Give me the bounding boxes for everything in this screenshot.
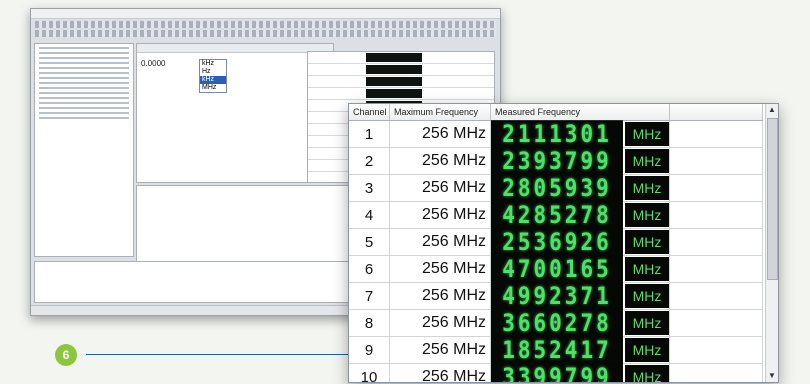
triangle-up-icon[interactable]: ▲ xyxy=(766,104,778,116)
unit-option[interactable]: kHz xyxy=(200,76,226,84)
table-header-row: Channel Maximum Frequency Measured Frequ… xyxy=(349,104,763,121)
frequency-table-window: Channel Maximum Frequency Measured Frequ… xyxy=(348,103,779,383)
max-frequency-cell: 256 MHz xyxy=(389,174,491,202)
seven-segment-readout: 2805939 xyxy=(491,174,623,202)
seven-segment-readout: 2536926 xyxy=(491,228,623,256)
table-row[interactable]: 5 256 MHz 2536926 MHz xyxy=(349,228,763,256)
measured-frequency-cell: 4285278 MHz xyxy=(490,201,670,229)
channel-cell: 6 xyxy=(349,255,390,283)
column-header-measured-frequency[interactable]: Measured Frequency xyxy=(490,104,670,121)
measured-frequency-cell: 3660278 MHz xyxy=(490,309,670,337)
unit-label: MHz xyxy=(625,122,669,146)
frequency-table: Channel Maximum Frequency Measured Frequ… xyxy=(349,104,763,382)
table-row[interactable]: 2 256 MHz 2393799 MHz xyxy=(349,147,763,175)
frequency-input[interactable]: 0.0000 xyxy=(141,59,165,68)
project-tree-panel xyxy=(34,43,134,257)
seven-segment-readout: 3660278 xyxy=(491,309,623,337)
max-frequency-cell: 256 MHz xyxy=(389,201,491,229)
max-frequency-cell: 256 MHz xyxy=(389,363,491,382)
unit-label: MHz xyxy=(625,311,669,335)
triangle-down-icon[interactable]: ▼ xyxy=(766,370,778,382)
unit-dropdown[interactable]: kHz Hz kHz MHz xyxy=(199,59,227,93)
unit-label: MHz xyxy=(625,284,669,308)
toolbar xyxy=(35,21,496,28)
callout-line xyxy=(86,354,356,355)
measured-frequency-cell: 4700165 MHz xyxy=(490,255,670,283)
channel-cell: 8 xyxy=(349,309,390,337)
max-frequency-cell: 256 MHz xyxy=(389,336,491,364)
measured-frequency-cell: 4992371 MHz xyxy=(490,282,670,310)
unit-label: MHz xyxy=(625,176,669,200)
measured-frequency-cell: 3399799 MHz xyxy=(490,363,670,382)
seven-segment-readout: 4992371 xyxy=(491,282,623,310)
seven-segment-readout: 1852417 xyxy=(491,336,623,364)
max-frequency-cell: 256 MHz xyxy=(389,147,491,175)
unit-label: MHz xyxy=(625,149,669,173)
table-row[interactable]: 1 256 MHz 2111301 MHz xyxy=(349,120,763,148)
column-header-channel[interactable]: Channel xyxy=(349,104,390,121)
seven-segment-readout: 2393799 xyxy=(491,147,623,175)
seven-segment-readout: 2111301 xyxy=(491,120,623,148)
callout-badge: 6 xyxy=(55,344,77,366)
max-frequency-cell: 256 MHz xyxy=(389,309,491,337)
channel-cell: 10 xyxy=(349,363,390,382)
measured-frequency-cell: 2536926 MHz xyxy=(490,228,670,256)
channel-cell: 5 xyxy=(349,228,390,256)
max-frequency-cell: 256 MHz xyxy=(389,255,491,283)
measured-frequency-cell: 2111301 MHz xyxy=(490,120,670,148)
measured-frequency-cell: 2393799 MHz xyxy=(490,147,670,175)
channel-cell: 3 xyxy=(349,174,390,202)
unit-selected[interactable]: kHz xyxy=(200,60,226,68)
seven-segment-readout: 4285278 xyxy=(491,201,623,229)
column-header-blank xyxy=(669,104,763,121)
table-row[interactable]: 10 256 MHz 3399799 MHz xyxy=(349,363,763,382)
seven-segment-readout: 3399799 xyxy=(491,363,623,382)
table-row[interactable]: 9 256 MHz 1852417 MHz xyxy=(349,336,763,364)
unit-label: MHz xyxy=(625,365,669,382)
unit-label: MHz xyxy=(625,257,669,281)
max-frequency-cell: 256 MHz xyxy=(389,282,491,310)
channel-cell: 9 xyxy=(349,336,390,364)
table-row[interactable]: 7 256 MHz 4992371 MHz xyxy=(349,282,763,310)
table-row[interactable]: 6 256 MHz 4700165 MHz xyxy=(349,255,763,283)
table-row[interactable]: 8 256 MHz 3660278 MHz xyxy=(349,309,763,337)
unit-label: MHz xyxy=(625,338,669,362)
column-header-max-frequency[interactable]: Maximum Frequency xyxy=(389,104,491,121)
unit-label: MHz xyxy=(625,203,669,227)
vertical-scrollbar[interactable]: ▲ ▼ xyxy=(765,104,778,382)
table-row[interactable]: 3 256 MHz 2805939 MHz xyxy=(349,174,763,202)
measured-frequency-cell: 2805939 MHz xyxy=(490,174,670,202)
table-row[interactable]: 4 256 MHz 4285278 MHz xyxy=(349,201,763,229)
measured-frequency-cell: 1852417 MHz xyxy=(490,336,670,364)
seven-segment-readout: 4700165 xyxy=(491,255,623,283)
unit-option[interactable]: MHz xyxy=(200,84,226,92)
channel-cell: 7 xyxy=(349,282,390,310)
channel-cell: 4 xyxy=(349,201,390,229)
max-frequency-cell: 256 MHz xyxy=(389,228,491,256)
channel-cell: 2 xyxy=(349,147,390,175)
menu-bar xyxy=(31,9,500,19)
unit-option[interactable]: Hz xyxy=(200,68,226,76)
toolbar-secondary xyxy=(35,30,496,37)
unit-label: MHz xyxy=(625,230,669,254)
settings-panel xyxy=(136,43,334,183)
channel-cell: 1 xyxy=(349,120,390,148)
scrollbar-thumb[interactable] xyxy=(767,118,778,280)
max-frequency-cell: 256 MHz xyxy=(389,120,491,148)
